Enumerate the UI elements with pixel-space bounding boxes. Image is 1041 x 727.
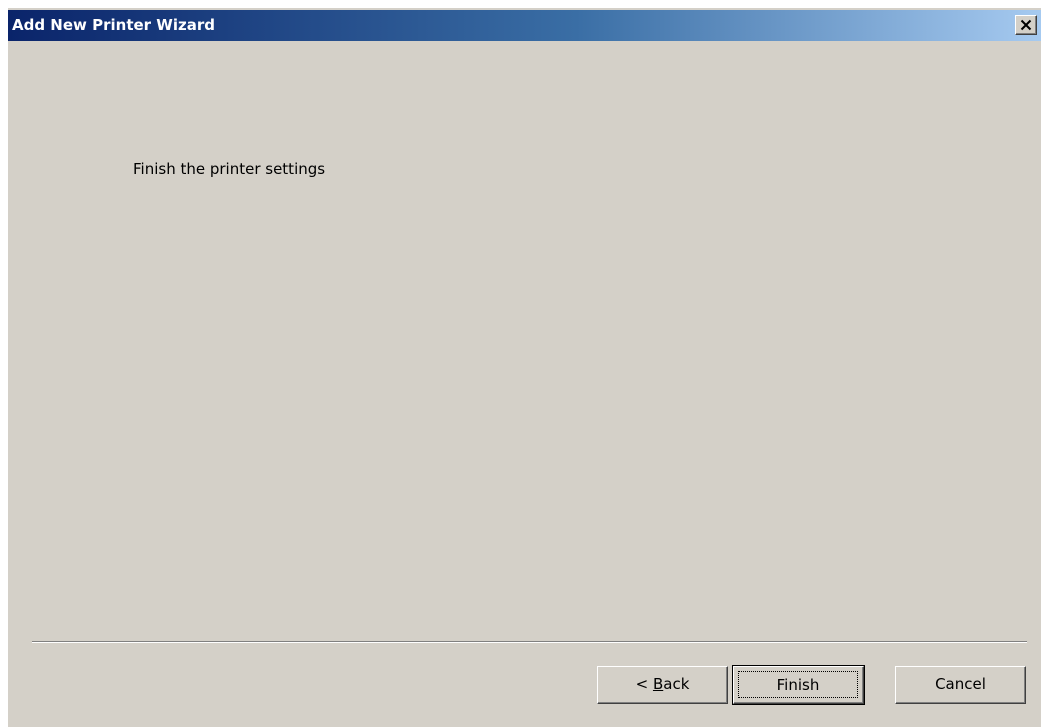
- finish-button-label: Finish: [776, 676, 820, 694]
- button-separator: [32, 641, 1027, 643]
- wizard-heading: Finish the printer settings: [133, 160, 326, 178]
- back-button[interactable]: < Back: [597, 666, 728, 704]
- window-title: Add New Printer Wizard: [12, 16, 215, 34]
- title-bar[interactable]: Add New Printer Wizard: [8, 10, 1041, 41]
- finish-focus-rect: Finish: [738, 671, 858, 698]
- wizard-window: Add New Printer Wizard Finish the printe…: [8, 8, 1041, 727]
- back-button-label: ack: [663, 675, 690, 693]
- back-button-accelerator: B: [652, 675, 664, 693]
- close-button[interactable]: [1015, 15, 1037, 35]
- cancel-button-label: Cancel: [935, 675, 986, 693]
- cancel-button[interactable]: Cancel: [895, 666, 1026, 704]
- finish-button[interactable]: Finish: [732, 665, 865, 705]
- back-button-prefix: <: [635, 675, 653, 693]
- close-icon: [1020, 19, 1032, 31]
